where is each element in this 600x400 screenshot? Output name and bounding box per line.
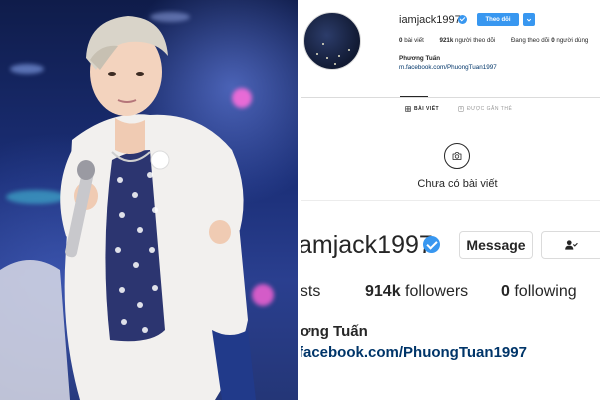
stat-followers[interactable]: 921k người theo dõi: [440, 37, 497, 44]
bio-link-zoomed[interactable]: facebook.com/PhuongTuan1997: [301, 344, 527, 361]
following-toggle-button[interactable]: [541, 231, 600, 259]
active-tab-indicator: [400, 96, 428, 97]
username-zoomed: amjack1997: [301, 231, 433, 259]
stat-posts-zoomed[interactable]: osts: [301, 283, 320, 301]
chevron-down-icon: [526, 18, 532, 22]
grid-icon: [405, 106, 411, 112]
singer-figure: [0, 16, 256, 400]
tab-posts[interactable]: BÀI VIẾT: [405, 106, 439, 112]
avatar[interactable]: [303, 12, 361, 70]
empty-posts-message: Chưa có bài viết: [417, 178, 498, 190]
tab-tagged[interactable]: ĐƯỢC GẮN THẺ: [458, 106, 512, 112]
stat-following[interactable]: Đang theo dõi 0 người dùng: [511, 37, 588, 44]
profile-header-zoomed: amjack1997 Message osts 914k followers 0…: [301, 203, 600, 400]
stat-followers-zoomed[interactable]: 914k followers: [365, 283, 468, 301]
full-name: Phương Tuấn: [399, 55, 441, 62]
bio-link[interactable]: m.facebook.com/PhuongTuan1997: [399, 64, 497, 71]
tabs-divider: [301, 97, 600, 98]
camera-icon: [444, 143, 470, 169]
user-check-icon: [565, 240, 578, 250]
follow-button[interactable]: Theo dõi: [477, 13, 519, 26]
profile-stats: 0 bài viết 921k người theo dõi Đang theo…: [399, 37, 588, 44]
username: iamjack1997: [399, 14, 461, 26]
verified-icon: [423, 236, 440, 253]
concert-photo: [0, 0, 298, 400]
profile-header-small: iamjack1997 Theo dõi 0 bài viết 921k ngư…: [301, 0, 600, 200]
tag-icon: [458, 106, 464, 112]
message-button[interactable]: Message: [459, 231, 533, 259]
stat-following-zoomed[interactable]: 0 following: [501, 283, 577, 301]
suggested-dropdown-button[interactable]: [523, 13, 535, 26]
full-name-zoomed: ương Tuấn: [301, 323, 368, 340]
stat-posts[interactable]: 0 bài viết: [399, 37, 426, 44]
verified-icon: [458, 15, 467, 24]
